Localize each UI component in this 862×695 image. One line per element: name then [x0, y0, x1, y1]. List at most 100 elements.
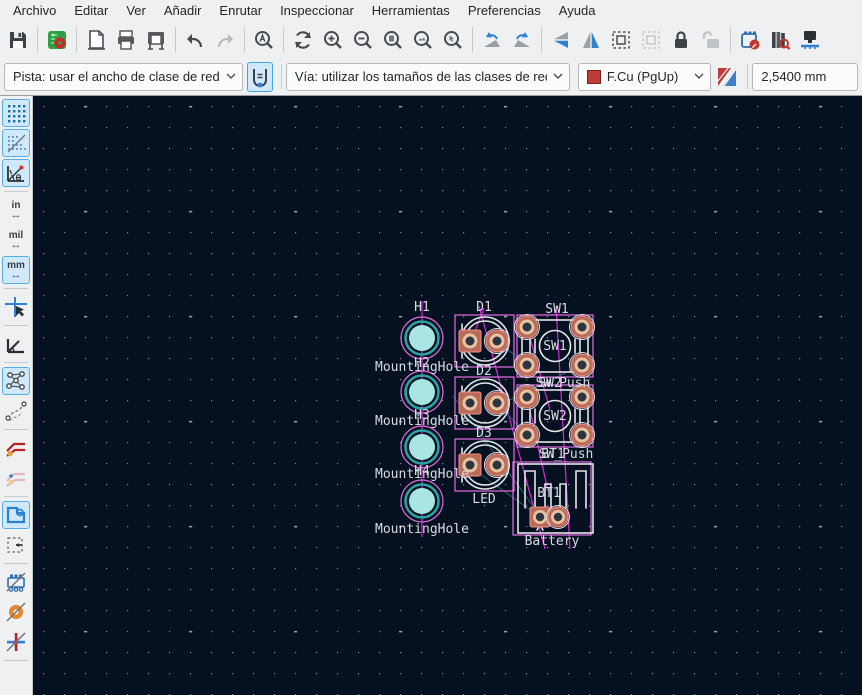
zoom-selection-button[interactable]: [438, 25, 468, 55]
flip-horizontal-button[interactable]: [546, 25, 576, 55]
crosshair-cursor-toggle[interactable]: [2, 293, 30, 321]
zones-outline-toggle[interactable]: [2, 531, 30, 559]
lock-button[interactable]: [666, 25, 696, 55]
value-label-mountinghole-4[interactable]: MountingHole: [375, 522, 469, 537]
ref-label-h1[interactable]: H1: [414, 300, 430, 315]
ref-label-sw1[interactable]: SW1: [545, 302, 568, 317]
grid-size-select[interactable]: 2,5400 mm: [752, 63, 858, 91]
track-width-select[interactable]: Pista: usar el ancho de clase de red: [4, 63, 243, 91]
sketch-tracks-toggle[interactable]: [2, 434, 30, 462]
ungroup-icon: [639, 28, 663, 52]
save-button[interactable]: [3, 25, 33, 55]
units-inches-button[interactable]: in↔: [2, 196, 30, 224]
text-label-sw2-inner[interactable]: SW2: [543, 409, 566, 424]
ungroup-button[interactable]: [636, 25, 666, 55]
layer-pair-icon: [715, 65, 739, 89]
group-icon: [609, 28, 633, 52]
zoom-in-button[interactable]: [318, 25, 348, 55]
units-mils-button[interactable]: mil↔: [2, 226, 30, 254]
menu-enrutar[interactable]: Enrutar: [210, 1, 271, 20]
track-width-icon: [248, 65, 272, 89]
print-button[interactable]: [111, 25, 141, 55]
ref-label-d3[interactable]: D3: [476, 426, 492, 441]
flip-vertical-button[interactable]: [576, 25, 606, 55]
curved-ratsnest-toggle[interactable]: [2, 397, 30, 425]
menu-ayuda[interactable]: Ayuda: [550, 1, 605, 20]
update-pcb-button[interactable]: [795, 25, 825, 55]
chevron-down-icon: [694, 73, 704, 80]
drawing-toolbar: Pista: usar el ancho de clase de red Vía…: [0, 58, 862, 96]
board-setup-button[interactable]: [42, 25, 72, 55]
value-label-led[interactable]: LED: [472, 492, 496, 507]
separator: [4, 191, 28, 192]
ref-label-h3[interactable]: H3: [414, 408, 430, 423]
zoom-fit-page-icon: [381, 28, 405, 52]
ref-label-bt1[interactable]: BT1: [541, 447, 564, 462]
menu-anadir[interactable]: Añadir: [155, 1, 211, 20]
units-mm-button[interactable]: mm↔: [2, 256, 30, 284]
board-setup-icon: [45, 28, 69, 52]
separator: [4, 429, 28, 430]
group-button[interactable]: [606, 25, 636, 55]
pcb-canvas[interactable]: H1 D1 SW1 MountingHole H2 D2 SW_Push SW2…: [33, 96, 862, 695]
separator: [175, 27, 176, 52]
ratsnest-visibility-toggle[interactable]: [2, 367, 30, 395]
zones-filled-toggle[interactable]: [2, 501, 30, 529]
zoom-out-button[interactable]: [348, 25, 378, 55]
separator: [541, 27, 542, 52]
footprint-editor-icon: [738, 28, 762, 52]
rotate-ccw-button[interactable]: [477, 25, 507, 55]
auto-track-width-toggle[interactable]: [247, 62, 273, 92]
ref-label-d1[interactable]: D1: [476, 300, 492, 315]
rotate-cw-button[interactable]: [507, 25, 537, 55]
grid-size-value: 2,5400 mm: [761, 69, 851, 84]
sketch-footprints-toggle[interactable]: [2, 568, 30, 596]
ref-label-sw2[interactable]: SW2: [538, 376, 561, 391]
pcb-drawing[interactable]: H1 D1 SW1 MountingHole H2 D2 SW_Push SW2…: [33, 96, 862, 695]
footprint-editor-button[interactable]: [735, 25, 765, 55]
menu-preferencias[interactable]: Preferencias: [459, 1, 550, 20]
zoom-fit-page-button[interactable]: [378, 25, 408, 55]
ref-label-h4[interactable]: H4: [414, 464, 430, 479]
library-browser-button[interactable]: [765, 25, 795, 55]
zoom-in-icon: [321, 28, 345, 52]
menu-editar[interactable]: Editar: [65, 1, 117, 20]
curved-ratsnest-icon: [4, 399, 28, 423]
value-label-battery[interactable]: Battery: [525, 534, 580, 549]
net-highlight-toggle[interactable]: [2, 464, 30, 492]
via-size-select[interactable]: Vía: utilizar los tamaños de las clases …: [286, 63, 570, 91]
redo-button[interactable]: [210, 25, 240, 55]
menu-ver[interactable]: Ver: [117, 1, 155, 20]
sketch-vias-icon: [4, 630, 28, 654]
separator: [4, 660, 28, 661]
unlock-button[interactable]: [696, 25, 726, 55]
grid-override-toggle[interactable]: [2, 129, 30, 157]
menu-herramientas[interactable]: Herramientas: [363, 1, 459, 20]
sketch-pads-icon: [4, 600, 28, 624]
separator: [37, 27, 38, 52]
text-label-sw1-inner[interactable]: SW1: [543, 339, 566, 354]
angle-mode-toggle[interactable]: [2, 330, 30, 358]
text-label-bt1-inner[interactable]: BT1: [537, 486, 560, 501]
separator: [283, 27, 284, 52]
plot-button[interactable]: [141, 25, 171, 55]
ref-label-h2[interactable]: H2: [414, 356, 430, 371]
sketch-vias-toggle[interactable]: [2, 628, 30, 656]
refresh-view-button[interactable]: [288, 25, 318, 55]
separator: [4, 288, 28, 289]
undo-button[interactable]: [180, 25, 210, 55]
net-highlight-icon: [4, 466, 28, 490]
redo-icon: [213, 28, 237, 52]
ref-label-d2[interactable]: D2: [476, 364, 492, 379]
search-button[interactable]: [249, 25, 279, 55]
sketch-pads-toggle[interactable]: [2, 598, 30, 626]
layer-select[interactable]: F.Cu (PgUp): [578, 63, 711, 91]
via-size-value: Vía: utilizar los tamaños de las clases …: [295, 69, 547, 84]
polar-coordinates-toggle[interactable]: [2, 159, 30, 187]
menu-inspeccionar[interactable]: Inspeccionar: [271, 1, 363, 20]
layer-pair-button[interactable]: [714, 62, 740, 92]
menu-archivo[interactable]: Archivo: [4, 1, 65, 20]
page-settings-button[interactable]: [81, 25, 111, 55]
grid-visibility-toggle[interactable]: [2, 99, 30, 127]
zoom-fit-objects-button[interactable]: [408, 25, 438, 55]
